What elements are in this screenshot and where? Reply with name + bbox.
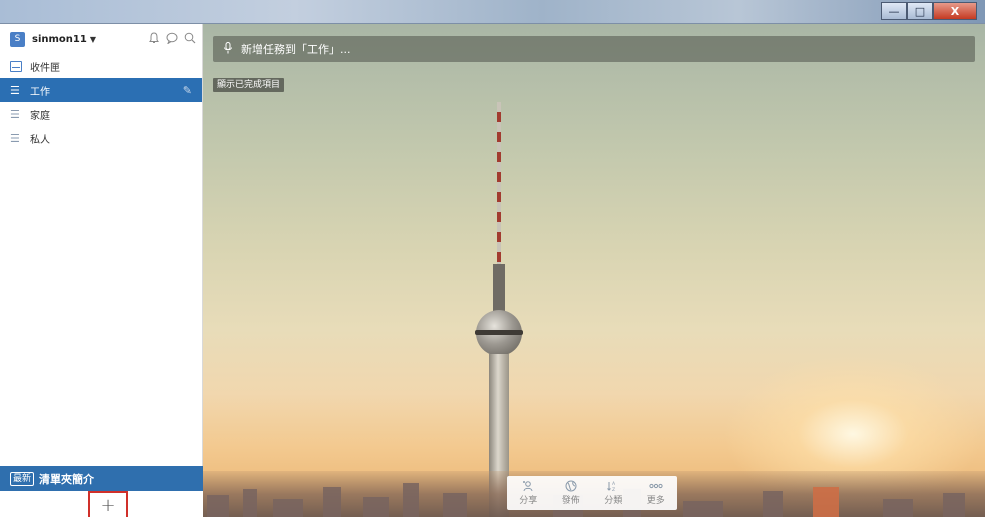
window-controls: — □ X xyxy=(881,2,977,20)
close-button[interactable]: X xyxy=(933,2,977,20)
tool-label: 分享 xyxy=(519,495,538,506)
tool-label: 更多 xyxy=(646,495,665,506)
add-task-placeholder: 新增任務到「工作」... xyxy=(241,43,351,56)
maximize-button[interactable]: □ xyxy=(907,2,933,20)
sidebar-item-work[interactable]: ☰ 工作 ✎ xyxy=(0,78,202,102)
background-tower-mast xyxy=(497,102,501,282)
svg-text:A: A xyxy=(612,481,616,487)
sort-icon: AZ xyxy=(607,480,619,495)
sort-button[interactable]: AZ 分類 xyxy=(604,480,622,507)
background-tower-band xyxy=(475,330,523,335)
list-icon: ☰ xyxy=(10,131,20,145)
minimize-button[interactable]: — xyxy=(881,2,907,20)
more-icon xyxy=(649,480,663,495)
bell-icon[interactable] xyxy=(148,31,160,47)
avatar[interactable]: S xyxy=(10,31,25,47)
more-button[interactable]: 更多 xyxy=(647,480,665,507)
sidebar: S sinmon11 ▼ 收件匣 ☰ 工作 ✎ ☰ 家庭 ☰ 私人 最新 清單夾… xyxy=(0,24,203,517)
inbox-icon xyxy=(10,60,24,72)
background-tower-antenna xyxy=(493,264,505,312)
svg-text:Z: Z xyxy=(612,487,615,492)
header-icons xyxy=(148,31,196,47)
sidebar-item-label: 家庭 xyxy=(30,110,50,122)
task-list-area: 新增任務到「工作」... 顯示已完成項目 分享 發佈 AZ 分類 更多 xyxy=(203,24,985,517)
sidebar-item-private[interactable]: ☰ 私人 xyxy=(0,126,202,150)
window-title-bar[interactable]: — □ X xyxy=(0,0,985,24)
username[interactable]: sinmon11 xyxy=(32,34,87,45)
list-icon: ☰ xyxy=(10,107,20,121)
add-task-input[interactable]: 新增任務到「工作」... xyxy=(213,36,975,62)
sidebar-item-label: 私人 xyxy=(30,134,50,146)
pencil-icon[interactable]: ✎ xyxy=(183,84,192,97)
add-list-area: + xyxy=(0,491,203,517)
share-icon xyxy=(522,480,534,495)
news-title: 清單夾簡介 xyxy=(39,472,95,486)
chat-icon[interactable] xyxy=(166,32,178,47)
add-list-button[interactable]: + xyxy=(88,491,128,517)
list-icon: ☰ xyxy=(10,83,20,97)
globe-icon xyxy=(565,480,577,495)
sidebar-item-inbox[interactable]: 收件匣 xyxy=(0,54,202,78)
sidebar-item-label: 工作 xyxy=(30,86,50,98)
share-button[interactable]: 分享 xyxy=(519,480,537,507)
bottom-toolbar: 分享 發佈 AZ 分類 更多 xyxy=(507,476,677,510)
tool-label: 分類 xyxy=(604,495,623,506)
user-row: S sinmon11 ▼ xyxy=(0,24,202,54)
news-bar[interactable]: 最新 清單夾簡介 xyxy=(0,466,203,491)
news-badge: 最新 xyxy=(10,471,35,486)
sidebar-item-family[interactable]: ☰ 家庭 xyxy=(0,102,202,126)
publish-button[interactable]: 發佈 xyxy=(562,480,580,507)
show-completed-button[interactable]: 顯示已完成項目 xyxy=(213,78,285,92)
search-icon[interactable] xyxy=(184,32,196,47)
microphone-icon[interactable] xyxy=(223,41,233,57)
tool-label: 發佈 xyxy=(561,495,580,506)
sidebar-item-label: 收件匣 xyxy=(30,62,60,74)
chevron-down-icon[interactable]: ▼ xyxy=(90,35,96,44)
